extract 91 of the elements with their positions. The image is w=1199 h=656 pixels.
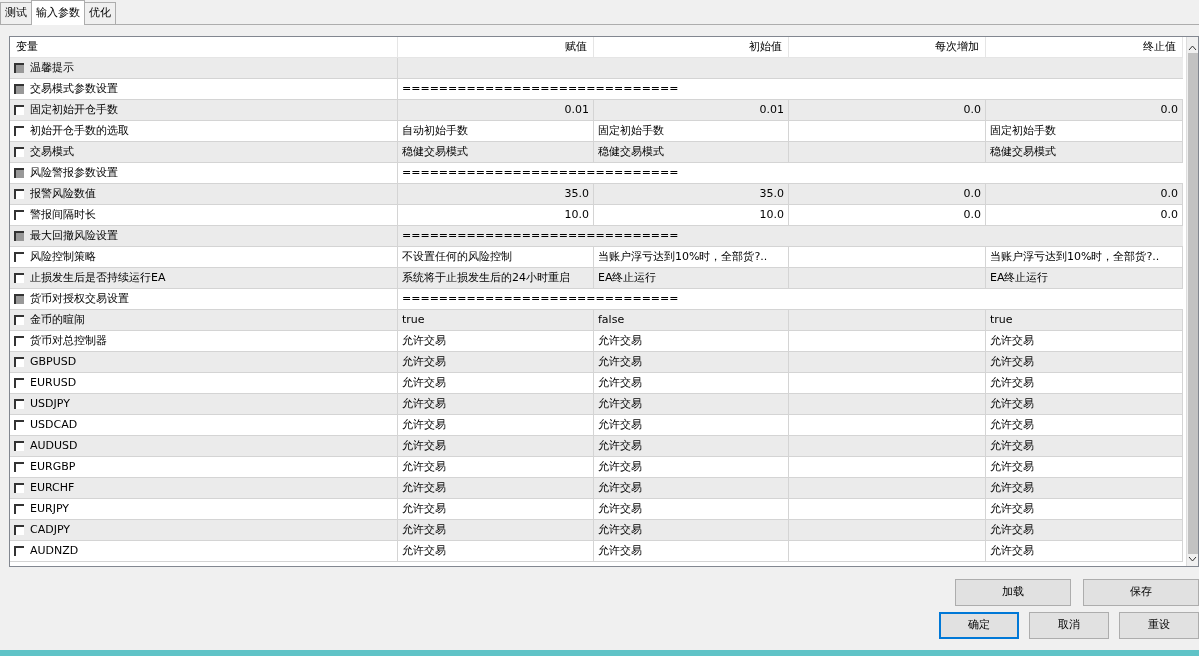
parameter-name: 货币对总控制器 bbox=[30, 333, 107, 349]
table-cell: 0.01 bbox=[398, 100, 594, 121]
parameter-name: 金币的暄闹 bbox=[30, 312, 85, 328]
scroll-down-icon[interactable] bbox=[1188, 556, 1197, 562]
table-cell: 系统将于止损发生后的24小时重启 bbox=[398, 268, 594, 289]
table-cell: 0.01 bbox=[594, 100, 789, 121]
parameter-name: GBPUSD bbox=[30, 354, 77, 370]
table-cell: 稳健交易模式 bbox=[986, 142, 1183, 163]
table-cell: 35.0 bbox=[594, 184, 789, 205]
parameter-name: 交易模式 bbox=[30, 144, 74, 160]
checkbox[interactable] bbox=[14, 273, 24, 283]
checkbox[interactable] bbox=[14, 315, 24, 325]
parameter-name: 风险控制策略 bbox=[30, 249, 96, 265]
table-cell: true bbox=[398, 310, 594, 331]
parameter-name: 货币对授权交易设置 bbox=[30, 291, 129, 307]
dialog-button[interactable]: 取消 bbox=[1029, 611, 1109, 639]
parameter-name: 固定初始开仓手数 bbox=[30, 102, 118, 118]
parameter-name: 温馨提示 bbox=[30, 60, 74, 76]
table-cell: 允许交易 bbox=[986, 436, 1183, 457]
table-cell: 0.0 bbox=[986, 184, 1183, 205]
table-cell: 0.0 bbox=[789, 184, 986, 205]
tab[interactable]: 测试 bbox=[0, 2, 32, 24]
parameter-name: 警报间隔时长 bbox=[30, 207, 96, 223]
checkbox[interactable] bbox=[14, 231, 24, 241]
tab[interactable]: 输入参数 bbox=[31, 0, 85, 25]
parameter-name: USDJPY bbox=[30, 396, 70, 412]
checkbox[interactable] bbox=[14, 399, 24, 409]
column-header[interactable]: 初始值 bbox=[594, 37, 789, 58]
checkbox[interactable] bbox=[14, 525, 24, 535]
parameter-name: EURJPY bbox=[30, 501, 69, 517]
table-cell: 允许交易 bbox=[398, 352, 594, 373]
dialog-button[interactable]: 加载 bbox=[955, 579, 1071, 606]
checkbox[interactable] bbox=[14, 357, 24, 367]
checkbox[interactable] bbox=[14, 63, 24, 73]
checkbox[interactable] bbox=[14, 147, 24, 157]
table-cell: 允许交易 bbox=[594, 520, 789, 541]
parameter-name: CADJPY bbox=[30, 522, 71, 538]
checkbox[interactable] bbox=[14, 483, 24, 493]
checkbox[interactable] bbox=[14, 168, 24, 178]
checkbox[interactable] bbox=[14, 189, 24, 199]
tab[interactable]: 优化 bbox=[84, 2, 116, 24]
column-header[interactable]: 赋值 bbox=[398, 37, 594, 58]
scroll-up-icon[interactable] bbox=[1188, 45, 1197, 51]
table-cell: 允许交易 bbox=[594, 436, 789, 457]
checkbox[interactable] bbox=[14, 294, 24, 304]
table-cell: 允许交易 bbox=[986, 478, 1183, 499]
table-cell: 35.0 bbox=[398, 184, 594, 205]
table-cell: 允许交易 bbox=[594, 541, 789, 562]
scrollbar-thumb[interactable] bbox=[1187, 53, 1198, 554]
table-cell: true bbox=[986, 310, 1183, 331]
checkbox[interactable] bbox=[14, 84, 24, 94]
dialog-button[interactable]: 保存 bbox=[1083, 579, 1199, 606]
column-header[interactable]: 终止值 bbox=[986, 37, 1183, 58]
parameter-name: 交易模式参数设置 bbox=[30, 81, 118, 97]
parameter-name: 风险警报参数设置 bbox=[30, 165, 118, 181]
table-cell: 允许交易 bbox=[398, 520, 594, 541]
column-header[interactable]: 变量 bbox=[10, 37, 398, 58]
column-header[interactable]: 每次增加 bbox=[789, 37, 986, 58]
parameter-name: 最大回撤风险设置 bbox=[30, 228, 118, 244]
checkbox[interactable] bbox=[14, 105, 24, 115]
table-cell: 允许交易 bbox=[986, 520, 1183, 541]
table-cell: 允许交易 bbox=[986, 394, 1183, 415]
table-cell: 允许交易 bbox=[398, 478, 594, 499]
table-cell: 允许交易 bbox=[594, 478, 789, 499]
parameter-name: AUDUSD bbox=[30, 438, 78, 454]
parameter-name: 报警风险数值 bbox=[30, 186, 96, 202]
table-cell: 允许交易 bbox=[398, 394, 594, 415]
parameter-name: EURGBP bbox=[30, 459, 76, 475]
dialog-button[interactable]: 重设 bbox=[1119, 611, 1199, 639]
parameter-name: AUDNZD bbox=[30, 543, 79, 559]
dialog-button[interactable]: 确定 bbox=[939, 611, 1019, 639]
parameter-name: USDCAD bbox=[30, 417, 78, 433]
table-cell: 稳健交易模式 bbox=[398, 142, 594, 163]
table-cell: 允许交易 bbox=[594, 352, 789, 373]
parameter-name: 止损发生后是否持续运行EA bbox=[30, 270, 166, 286]
parameter-name: 初始开仓手数的选取 bbox=[30, 123, 129, 139]
table-cell: false bbox=[594, 310, 789, 331]
table-cell: 稳健交易模式 bbox=[594, 142, 789, 163]
parameter-name: EURCHF bbox=[30, 480, 75, 496]
table-cell: EA终止运行 bbox=[594, 268, 789, 289]
table-cell: 允许交易 bbox=[594, 394, 789, 415]
table-cell: 0.0 bbox=[789, 100, 986, 121]
table-cell: ============================== bbox=[398, 226, 1183, 247]
table-cell: EA终止运行 bbox=[986, 268, 1183, 289]
table-cell: 允许交易 bbox=[986, 541, 1183, 562]
table-cell: 允许交易 bbox=[398, 436, 594, 457]
table-cell: 0.0 bbox=[986, 100, 1183, 121]
checkbox[interactable] bbox=[14, 441, 24, 451]
table-cell: 允许交易 bbox=[986, 352, 1183, 373]
table-cell: 允许交易 bbox=[398, 541, 594, 562]
parameter-name: EURUSD bbox=[30, 375, 77, 391]
